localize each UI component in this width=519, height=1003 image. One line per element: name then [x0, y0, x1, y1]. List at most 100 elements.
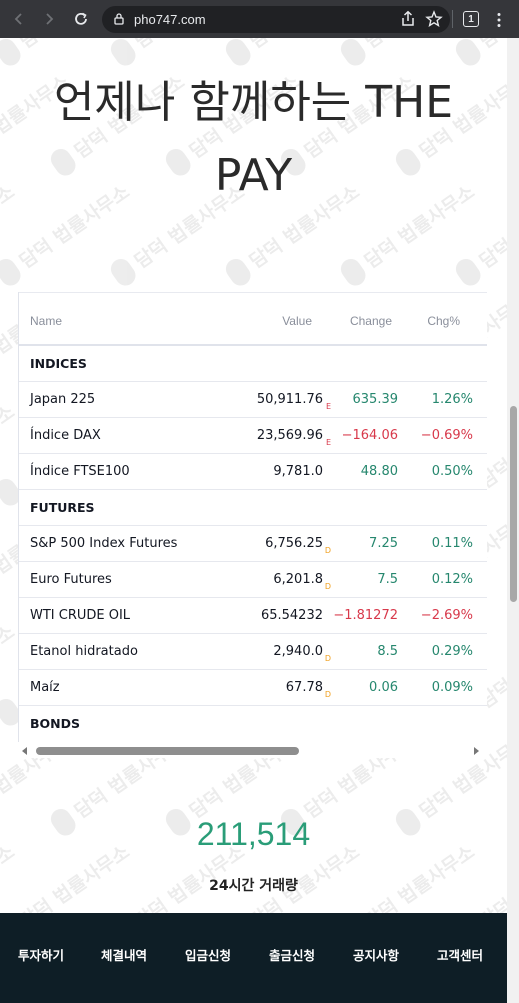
symbol-change: 48.80	[360, 464, 398, 479]
symbol-change: 8.5	[377, 644, 398, 659]
symbol-change-pct: −0.69%	[420, 428, 473, 443]
nav-invest[interactable]: 투자하기	[18, 945, 64, 964]
symbol-name[interactable]: WTI CRUDE OIL	[30, 608, 130, 623]
symbol-name[interactable]: Euro Futures	[30, 572, 112, 587]
bookmark-star-icon[interactable]	[425, 10, 443, 28]
hero-title-line2: PAY	[214, 150, 293, 201]
symbol-value: 67.78 D	[285, 680, 331, 699]
group-label: INDICES	[30, 356, 87, 371]
footer-nav: 투자하기 체결내역 입금신청 출금신청 공지사항 고객센터	[0, 913, 507, 1003]
nav-deposit[interactable]: 입금신청	[185, 945, 231, 964]
page-scrollbar-thumb[interactable]	[510, 406, 517, 602]
svg-text:담덕 법률사무소: 담덕 법률사무소	[361, 38, 479, 53]
group-row: INDICES	[19, 346, 487, 382]
nav-trade-history[interactable]: 체결내역	[101, 945, 147, 964]
scroll-right-arrow-icon[interactable]	[474, 747, 479, 755]
watermark-tile: 담덕 법률사무소	[0, 401, 19, 493]
site-info-icon[interactable]	[112, 12, 126, 26]
symbol-name[interactable]: Índice FTSE100	[30, 464, 130, 479]
symbol-value: 23,569.96 E	[256, 428, 331, 447]
symbol-change-pct: 1.26%	[431, 392, 473, 407]
nav-withdraw[interactable]: 출금신청	[269, 945, 315, 964]
tab-count[interactable]: 1	[463, 11, 479, 27]
symbol-change-pct: 0.29%	[431, 644, 473, 659]
ticker-row[interactable]: Índice FTSE100 9,781.0 48.80 0.50%	[19, 454, 487, 490]
ticker-row[interactable]: Índice DAX 23,569.96 E −164.06 −0.69%	[19, 418, 487, 454]
flag-badge: D	[324, 546, 331, 555]
symbol-change-pct: 0.50%	[431, 464, 473, 479]
back-icon[interactable]	[8, 8, 30, 30]
symbol-name[interactable]: S&P 500 Index Futures	[30, 536, 177, 551]
symbol-change-pct: 0.11%	[431, 536, 473, 551]
market-ticker-widget[interactable]: Name Value Change Chg% INDICES Japan 225…	[18, 292, 487, 752]
ticker-row[interactable]: Euro Futures 6,201.8 D 7.5 0.12%	[19, 562, 487, 598]
scroll-left-arrow-icon[interactable]	[22, 747, 27, 755]
forward-icon[interactable]	[38, 8, 60, 30]
hero-title-line1: 언제나 함께하는 THE	[53, 77, 454, 128]
watermark-tile: 담덕 법률사무소	[225, 38, 364, 66]
symbol-change-pct: 0.12%	[431, 572, 473, 587]
flag-badge: D	[324, 690, 331, 699]
ticker-row[interactable]: S&P 500 Index Futures 6,756.25 D 7.25 0.1…	[19, 526, 487, 562]
ticker-row[interactable]: WTI CRUDE OIL 65.54232 −1.81272 −2.69%	[19, 598, 487, 634]
reload-icon[interactable]	[70, 8, 92, 30]
ticker-horizontal-scrollbar[interactable]	[18, 742, 487, 758]
ticker-row[interactable]: Etanol hidratado 2,940.0 D 8.5 0.29%	[19, 634, 487, 670]
svg-text:담덕 법률사무소: 담덕 법률사무소	[0, 38, 19, 53]
symbol-value: 6,201.8 D	[273, 572, 331, 591]
nav-notice[interactable]: 공지사항	[353, 945, 399, 964]
svg-text:담덕 법률사무소: 담덕 법률사무소	[16, 38, 134, 53]
hero-title: 언제나 함께하는 THE PAY	[0, 66, 507, 212]
symbol-name[interactable]: Índice DAX	[30, 428, 101, 443]
symbol-name[interactable]: Japan 225	[30, 392, 95, 407]
symbol-change: −164.06	[341, 428, 398, 443]
symbol-change-pct: −2.69%	[420, 608, 473, 623]
scrollbar-thumb[interactable]	[36, 747, 299, 755]
watermark-tile: 담덕 법률사무소	[110, 38, 249, 66]
flag-badge: D	[324, 582, 331, 591]
svg-text:담덕 법률사무소: 담덕 법률사무소	[0, 621, 19, 713]
col-value[interactable]: Value	[282, 314, 312, 328]
col-name[interactable]: Name	[30, 314, 62, 328]
ticker-row[interactable]: Maíz 67.78 D 0.06 0.09%	[19, 670, 487, 706]
watermark-tile: 담덕 법률사무소	[0, 38, 19, 53]
symbol-value: 6,756.25 D	[265, 536, 331, 555]
watermark-tile: 담덕 법률사무소	[0, 621, 19, 713]
symbol-value: 9,781.0	[273, 464, 323, 479]
svg-text:담덕 법률사무소: 담덕 법률사무소	[246, 38, 364, 53]
ticker-header: Name Value Change Chg%	[19, 292, 487, 346]
toolbar-divider	[452, 10, 453, 28]
symbol-change: 0.06	[369, 680, 398, 695]
browser-toolbar: pho747.com 1	[0, 0, 519, 38]
col-change[interactable]: Change	[350, 314, 392, 328]
nav-customer-center[interactable]: 고객센터	[437, 945, 483, 964]
share-icon[interactable]	[400, 10, 416, 28]
group-row: FUTURES	[19, 490, 487, 526]
symbol-change: 7.5	[377, 572, 398, 587]
symbol-change: 635.39	[352, 392, 399, 407]
flag-badge: D	[324, 654, 331, 663]
url-text[interactable]: pho747.com	[134, 12, 206, 27]
symbol-value: 50,911.76 E	[256, 392, 331, 411]
svg-text:담덕 법률사무소: 담덕 법률사무소	[131, 38, 249, 53]
volume-value: 211,514	[196, 816, 311, 852]
svg-text:담덕 법률사무소: 담덕 법률사무소	[476, 38, 507, 53]
page: 담덕 법률사무소담덕 법률사무소담덕 법률사무소담덕 법률사무소담덕 법률사무소…	[0, 38, 507, 1003]
symbol-value: 2,940.0 D	[273, 644, 331, 663]
symbol-change-pct: 0.09%	[431, 680, 473, 695]
page-vertical-scrollbar[interactable]	[507, 38, 519, 1003]
col-chg-pct[interactable]: Chg%	[427, 314, 460, 328]
symbol-name[interactable]: Maíz	[30, 680, 60, 695]
menu-icon[interactable]	[496, 12, 502, 28]
address-bar[interactable]: pho747.com	[102, 6, 450, 33]
symbol-value: 65.54232	[260, 608, 323, 623]
ticker-row[interactable]: Japan 225 50,911.76 E 635.39 1.26%	[19, 382, 487, 418]
group-row: BONDS	[19, 706, 487, 742]
flag-badge: E	[325, 438, 331, 447]
symbol-name[interactable]: Etanol hidratado	[30, 644, 138, 659]
svg-text:담덕 법률사무소: 담덕 법률사무소	[0, 401, 19, 493]
flag-badge: E	[325, 402, 331, 411]
symbol-change: 7.25	[369, 536, 398, 551]
watermark-tile: 담덕 법률사무소	[340, 38, 479, 66]
watermark-tile: 담덕 법률사무소	[0, 38, 134, 66]
